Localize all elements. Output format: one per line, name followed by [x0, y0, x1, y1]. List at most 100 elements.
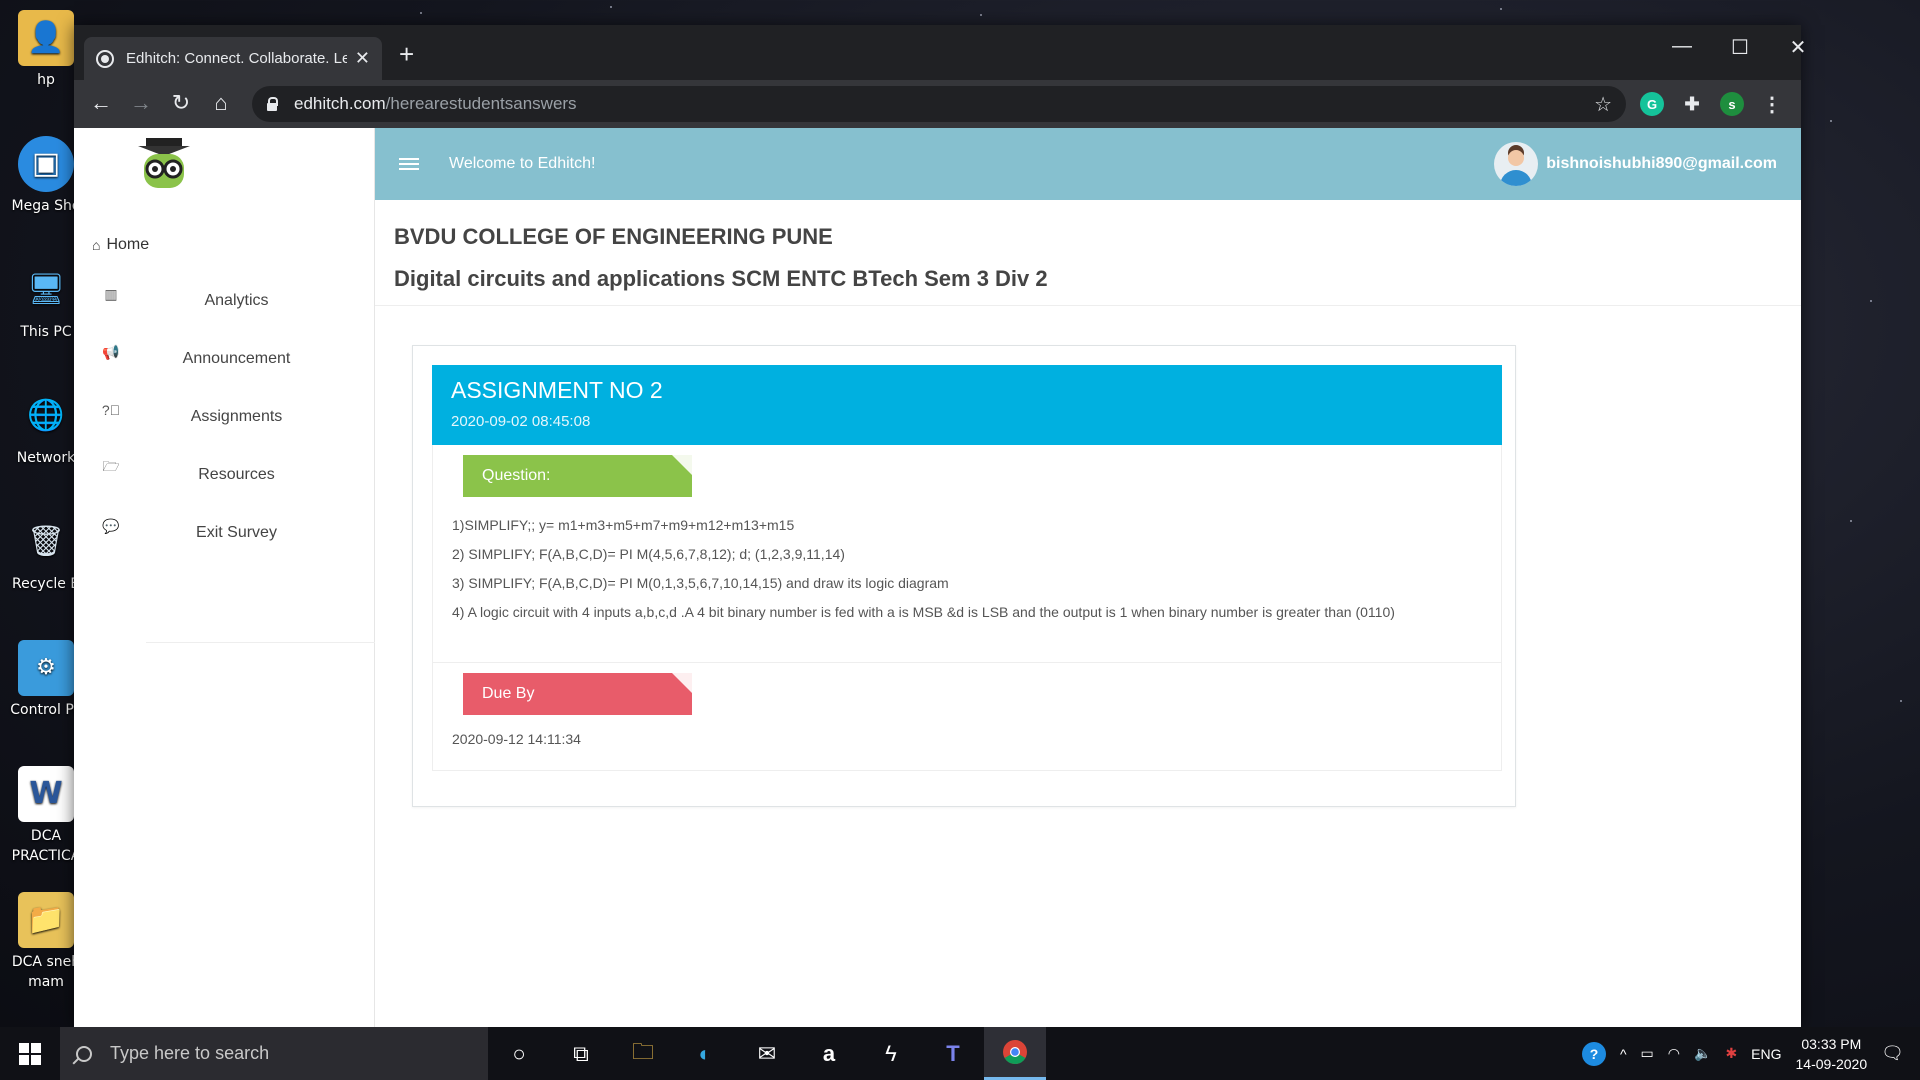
computer-icon: 🖥 [26, 272, 66, 307]
clock[interactable]: 03:33 PM 14-09-2020 [1796, 1034, 1868, 1074]
url-domain: edhitch.com [294, 94, 386, 113]
tab-title: Edhitch: Connect. Collaborate. Le [126, 50, 347, 67]
task-view-icon[interactable]: ⧉ [550, 1027, 612, 1080]
college-name: BVDU COLLEGE OF ENGINEERING PUNE [394, 224, 833, 249]
browser-window: Edhitch: Connect. Collaborate. Le ✕ + — … [74, 25, 1806, 1027]
grammarly-extension-icon[interactable]: G [1640, 92, 1664, 116]
globe-icon [96, 49, 114, 68]
mail-icon[interactable]: ✉ [736, 1027, 798, 1080]
address-bar[interactable]: edhitch.com/herearestudentsanswers ☆ [252, 86, 1626, 122]
ribbon-fold [672, 673, 692, 693]
sidebar-item-label: Assignments [190, 408, 283, 425]
volume-icon[interactable]: 🔈 [1694, 1045, 1711, 1062]
clock-time: 03:33 PM [1801, 1035, 1862, 1052]
browser-toolbar: ← → ↻ ⌂ edhitch.com/herearestudentsanswe… [74, 80, 1801, 128]
due-ribbon: Due By [463, 673, 692, 715]
file-explorer-icon[interactable]: 🗀 [612, 1027, 674, 1080]
taskbar: Type here to search ○ ⧉ 🗀 ◐ ✉ a ϟ T ? ^ … [0, 1027, 1920, 1080]
sidebar-item-label: Announcement [182, 350, 291, 367]
home-icon: ⌂ [92, 237, 101, 253]
question-item: 2) SIMPLIFY; F(A,B,C,D)= PI M(4,5,6,7,8,… [452, 546, 845, 562]
menu-toggle-icon[interactable] [399, 155, 419, 173]
edge-browser-icon[interactable]: ◐ [674, 1027, 736, 1080]
taskbar-search[interactable]: Type here to search [60, 1027, 488, 1080]
question-ribbon: Question: [463, 455, 692, 497]
app-tray-icon[interactable]: ✱ [1725, 1045, 1737, 1062]
lock-icon [266, 97, 278, 111]
tv-icon: ▣ [18, 136, 74, 192]
bookmark-star-icon[interactable]: ☆ [1594, 92, 1612, 117]
body-divider [433, 662, 1501, 663]
folder-open-icon: 🗁 [102, 458, 120, 474]
browser-tab[interactable]: Edhitch: Connect. Collaborate. Le ✕ [84, 37, 382, 80]
assignment-created-date: 2020-09-02 08:45:08 [451, 413, 591, 430]
app-header: Welcome to Edhitch! bishnoishubhi890@gma… [375, 128, 1801, 200]
sidebar-home-label: Home [106, 236, 150, 253]
ribbon-fold [672, 455, 692, 475]
course-title: Digital circuits and applications SCM EN… [394, 266, 1048, 291]
due-date: 2020-09-12 14:11:34 [452, 731, 581, 747]
search-placeholder: Type here to search [110, 1043, 270, 1063]
profile-avatar[interactable]: s [1720, 92, 1744, 116]
lightning-app-icon[interactable]: ϟ [860, 1027, 922, 1080]
sidebar-item-label: Exit Survey [196, 524, 277, 541]
edhitch-logo-icon [138, 138, 190, 188]
network-icon: 🌐 [27, 398, 65, 433]
url-path: /herearestudentsanswers [385, 94, 577, 113]
assignment-title: ASSIGNMENT NO 2 [451, 377, 663, 403]
close-window-button[interactable]: ✕ [1770, 35, 1826, 60]
clock-date: 14-09-2020 [1795, 1055, 1868, 1072]
recycle-bin-icon: 🗑 [26, 524, 66, 559]
minimize-button[interactable]: — [1654, 35, 1710, 58]
sidebar-item-exit-survey[interactable]: 💬 Exit Survey [74, 504, 375, 562]
sidebar-item-analytics[interactable]: ▥ Analytics [74, 272, 375, 330]
menu-kebab-icon[interactable]: ⋮ [1760, 92, 1784, 116]
system-tray: ? ^ ▭ ◠ 🔈 ✱ ENG 03:33 PM 14-09-2020 🗨 [1581, 1034, 1920, 1074]
welcome-text: Welcome to Edhitch! [449, 155, 596, 172]
cortana-icon[interactable]: ○ [488, 1027, 550, 1080]
extensions-puzzle-icon[interactable]: ✚ [1680, 92, 1704, 116]
sidebar-divider [146, 642, 375, 643]
user-folder-icon: 👤 [18, 10, 74, 66]
question-item: 3) SIMPLIFY; F(A,B,C,D)= PI M(0,1,3,5,6,… [452, 575, 949, 591]
user-email: bishnoishubhi890@gmail.com [1546, 155, 1777, 172]
forward-button[interactable]: → [126, 90, 156, 116]
start-button[interactable] [0, 1027, 60, 1080]
home-button[interactable]: ⌂ [206, 90, 236, 116]
sidebar-item-resources[interactable]: 🗁 Resources [74, 446, 375, 504]
teams-icon[interactable]: T [922, 1027, 984, 1080]
chrome-logo-icon [1003, 1040, 1027, 1065]
sidebar-item-assignments[interactable]: ?⃝ Assignments [74, 388, 375, 446]
question-item: 1)SIMPLIFY;; y= m1+m3+m5+m7+m9+m12+m13+m… [452, 517, 795, 533]
maximize-button[interactable]: ☐ [1712, 35, 1768, 60]
assignment-body: Question: 1)SIMPLIFY;; y= m1+m3+m5+m7+m9… [432, 445, 1502, 771]
course-info: BVDU COLLEGE OF ENGINEERING PUNE Digital… [375, 200, 1801, 306]
new-tab-button[interactable]: + [399, 41, 414, 67]
battery-icon[interactable]: ▭ [1641, 1045, 1654, 1062]
reload-button[interactable]: ↻ [166, 90, 196, 116]
search-icon [76, 1045, 92, 1062]
sidebar-item-announcement[interactable]: 📢 Announcement [74, 330, 375, 388]
megaphone-icon: 📢 [102, 343, 120, 360]
question-label: Question: [482, 467, 551, 484]
chevron-up-icon[interactable]: ^ [1620, 1046, 1627, 1062]
word-document-icon: W [18, 766, 74, 822]
sidebar-home-link[interactable]: ⌂ Home [92, 236, 149, 254]
sidebar-item-label: Analytics [204, 292, 269, 309]
chat-bubbles-icon: 💬 [102, 517, 120, 534]
bar-chart-icon: ▥ [104, 285, 118, 302]
close-tab-icon[interactable]: ✕ [355, 48, 370, 69]
chrome-icon[interactable] [984, 1027, 1046, 1080]
windows-logo-icon [19, 1042, 41, 1065]
due-label: Due By [482, 685, 535, 702]
question-circle-icon: ?⃝ [101, 402, 121, 418]
language-indicator[interactable]: ENG [1751, 1046, 1781, 1062]
sidebar: ⌂ Home ▥ Analytics 📢 Announcement ?⃝ Ass… [74, 128, 375, 1027]
notifications-icon[interactable]: 🗨 [1881, 1043, 1904, 1064]
browser-titlebar: Edhitch: Connect. Collaborate. Le ✕ + — … [74, 25, 1806, 80]
back-button[interactable]: ← [86, 90, 116, 116]
help-icon[interactable]: ? [1581, 1041, 1606, 1066]
amazon-icon[interactable]: a [798, 1027, 860, 1080]
wifi-icon[interactable]: ◠ [1668, 1045, 1680, 1062]
user-menu[interactable]: bishnoishubhi890@gmail.com [1494, 142, 1777, 186]
